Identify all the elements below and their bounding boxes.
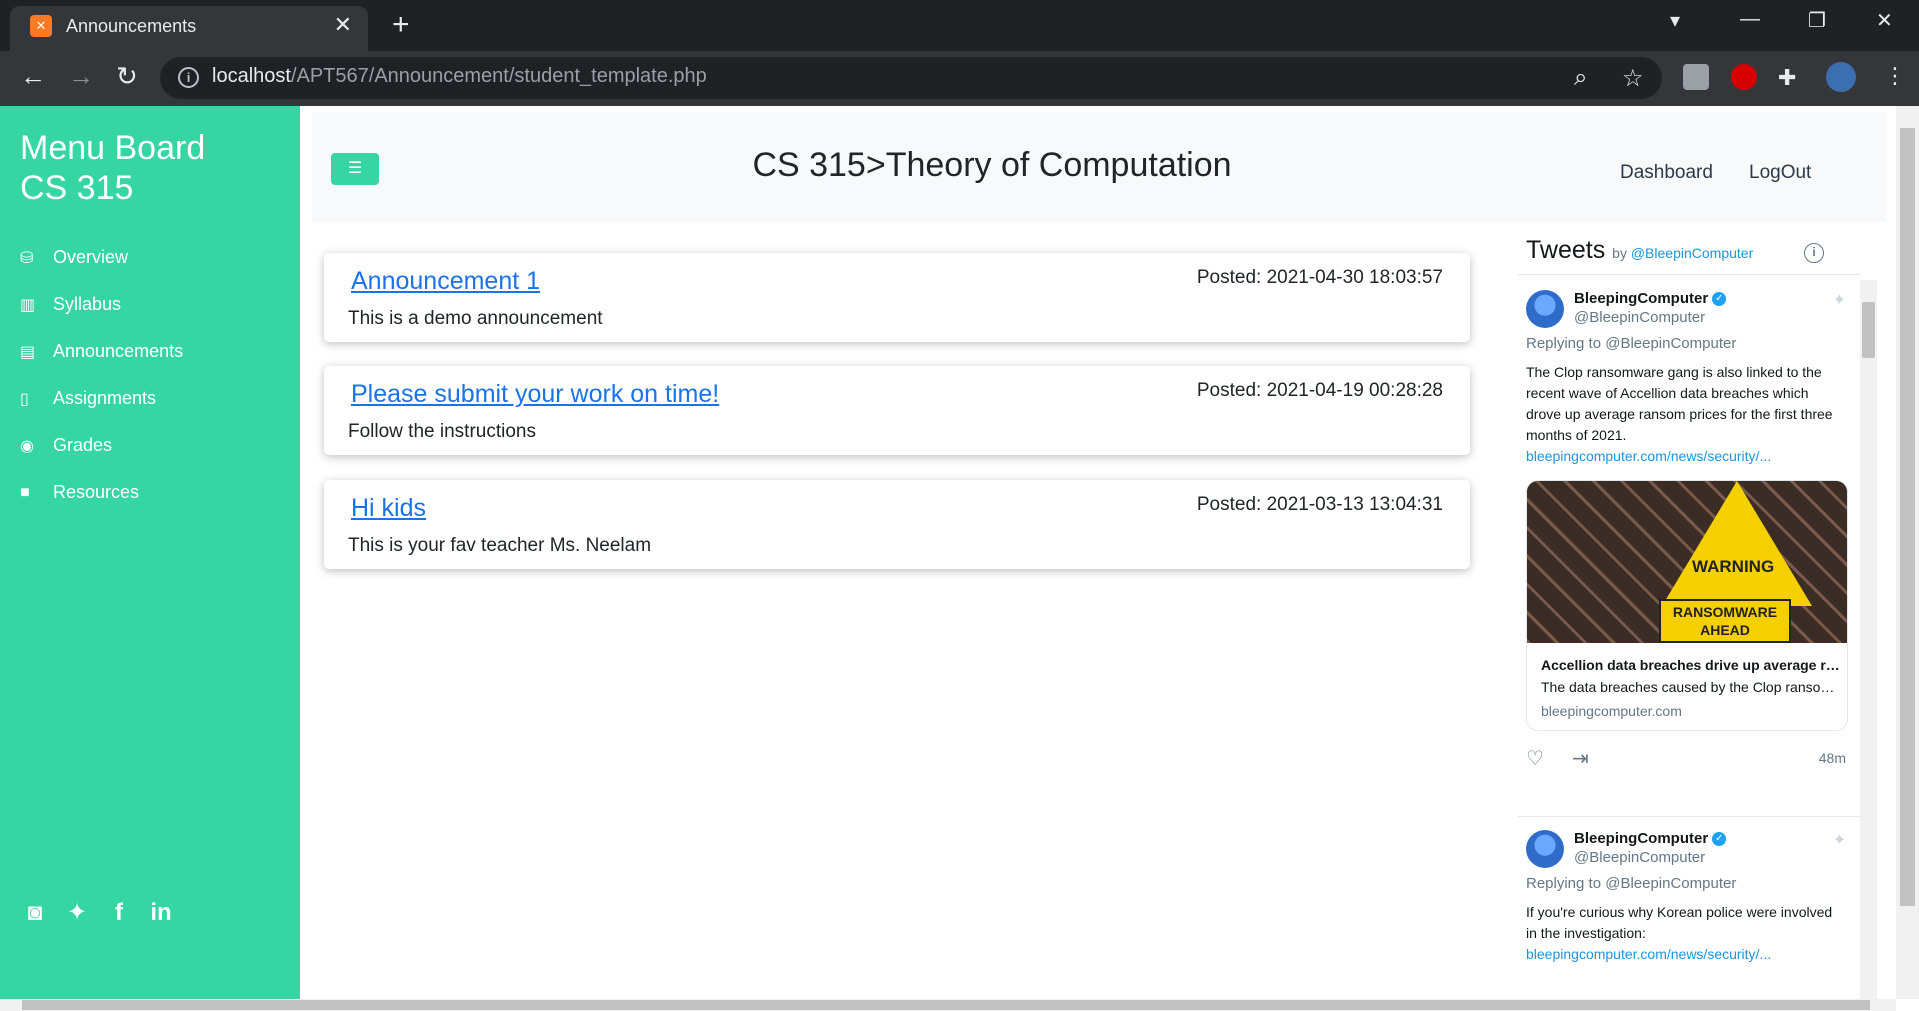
- announcement-posted-date: Posted: 2021-03-13 13:04:31: [1196, 494, 1443, 515]
- close-tab-icon[interactable]: ✕: [334, 14, 352, 36]
- sidebar-brand: Menu Board CS 315: [20, 129, 206, 207]
- tweet-link[interactable]: bleepingcomputer.com/news/security/...: [1526, 946, 1771, 962]
- facebook-icon[interactable]: f: [106, 899, 132, 927]
- twitter-scrollbar[interactable]: [1860, 280, 1877, 1011]
- verified-badge-icon: ✓: [1712, 292, 1727, 307]
- tweet-author-handle[interactable]: @BleepinComputer: [1574, 309, 1705, 326]
- browser-menu-icon[interactable]: ⋮: [1884, 63, 1906, 89]
- scroll-thumb[interactable]: [22, 1000, 1870, 1010]
- page-title: CS 315>Theory of Computation: [752, 146, 1232, 184]
- tweet-link-card[interactable]: WARNING RANSOMWARE AHEAD Accellion data …: [1526, 480, 1848, 731]
- sidebar-item-grades[interactable]: ◉ Grades: [20, 422, 183, 469]
- announcement-card: Announcement 1 Posted: 2021-04-30 18:03:…: [324, 253, 1470, 342]
- announcement-card: Please submit your work on time! Posted:…: [324, 366, 1470, 455]
- tweet-text: If you're curious why Korean police were…: [1526, 904, 1833, 962]
- document-icon: ▯: [20, 390, 29, 408]
- announcement-posted-date: Posted: 2021-04-30 18:03:57: [1196, 267, 1443, 288]
- site-info-icon[interactable]: i: [178, 67, 199, 88]
- announcement-body: This is a demo announcement: [348, 308, 603, 329]
- announcement-posted-date: Posted: 2021-04-19 00:28:28: [1196, 380, 1443, 401]
- announcement-title-link[interactable]: Please submit your work on time!: [351, 380, 719, 409]
- chat-icon: ▤: [20, 343, 36, 361]
- card-description: The data breaches caused by the Clop ran…: [1541, 679, 1841, 695]
- scroll-thumb[interactable]: [1900, 128, 1915, 906]
- info-icon[interactable]: i: [1804, 243, 1824, 263]
- close-window-icon[interactable]: ✕: [1876, 8, 1893, 33]
- scroll-thumb[interactable]: [1862, 302, 1875, 358]
- new-tab-icon[interactable]: +: [392, 10, 410, 40]
- twitter-icon[interactable]: ✦: [64, 898, 90, 927]
- twitter-bird-icon[interactable]: ✦: [1833, 290, 1846, 310]
- avatar[interactable]: [1526, 830, 1564, 868]
- horizontal-scrollbar[interactable]: [0, 999, 1896, 1011]
- tab-title: Announcements: [66, 16, 197, 36]
- tweet-author-handle[interactable]: @BleepinComputer: [1574, 849, 1705, 866]
- main-header: ☰ CS 315>Theory of Computation Dashboard…: [312, 112, 1886, 222]
- address-bar[interactable]: i localhost/APT567/Announcement/student_…: [160, 57, 1662, 99]
- sidebar-item-overview[interactable]: ⛁ Overview: [20, 234, 183, 281]
- profile-avatar[interactable]: [1826, 62, 1856, 92]
- verified-badge-icon: ✓: [1712, 832, 1727, 847]
- announcement-title-link[interactable]: Hi kids: [351, 494, 426, 523]
- medal-icon: ◉: [20, 437, 34, 455]
- tweet-author-name[interactable]: BleepingComputer ✓: [1574, 830, 1727, 847]
- sidebar: Menu Board CS 315 ⛁ Overview ▥ Syllabus ▤ A…: [0, 106, 300, 999]
- sidebar-item-resources[interactable]: ■ Resources: [20, 469, 183, 516]
- restore-icon[interactable]: ❐: [1808, 8, 1826, 33]
- browser-tab-bar: ✕ Announcements ✕ + ▾ — ❐ ✕: [0, 0, 1919, 51]
- dashboard-link[interactable]: Dashboard: [1620, 162, 1713, 184]
- tweet-text: The Clop ransomware gang is also linked …: [1526, 364, 1833, 464]
- announcement-card: Hi kids Posted: 2021-03-13 13:04:31 This…: [324, 480, 1470, 569]
- extensions-puzzle-icon[interactable]: ✚: [1778, 65, 1796, 91]
- browser-toolbar: ← → ↻ i localhost/APT567/Announcement/st…: [0, 51, 1919, 106]
- sidebar-item-announcements[interactable]: ▤ Announcements: [20, 328, 183, 375]
- twitter-profile-link[interactable]: @BleepinComputer: [1631, 245, 1753, 261]
- book-icon: ▥: [20, 296, 36, 314]
- tweet-reply-context: Replying to @BleepinComputer: [1526, 335, 1737, 352]
- announcement-title-link[interactable]: Announcement 1: [351, 267, 540, 296]
- forward-icon[interactable]: →: [68, 63, 94, 89]
- twitter-widget-header: Tweets by @BleepinComputer: [1526, 236, 1754, 264]
- zoom-icon[interactable]: ⌕: [1574, 64, 1587, 92]
- tweet-timestamp[interactable]: 48m: [1819, 750, 1846, 766]
- tweet-author-name[interactable]: BleepingComputer ✓: [1574, 290, 1727, 307]
- reload-icon[interactable]: ↻: [116, 63, 138, 89]
- tweet-link[interactable]: bleepingcomputer.com/news/security/...: [1526, 448, 1771, 464]
- bookmark-star-icon[interactable]: ☆: [1622, 64, 1644, 93]
- tab-search-icon[interactable]: ▾: [1670, 8, 1680, 33]
- card-domain: bleepingcomputer.com: [1541, 703, 1682, 719]
- url-text[interactable]: localhost/APT567/Announcement/student_te…: [212, 65, 707, 88]
- overview-icon: ⛁: [20, 249, 34, 267]
- extension-icon[interactable]: [1683, 64, 1709, 90]
- minimize-icon[interactable]: —: [1740, 8, 1760, 31]
- adblock-extension-icon[interactable]: [1731, 64, 1757, 90]
- page-scrollbar[interactable]: [1896, 106, 1919, 999]
- xampp-icon: ✕: [30, 15, 52, 37]
- announcement-body: Follow the instructions: [348, 421, 536, 442]
- card-title: Accellion data breaches drive up average…: [1541, 657, 1841, 673]
- back-icon[interactable]: ←: [20, 63, 46, 89]
- tweet-reply-context: Replying to @BleepinComputer: [1526, 875, 1737, 892]
- instagram-icon[interactable]: ◙: [22, 899, 48, 927]
- like-heart-icon[interactable]: ♡: [1526, 746, 1544, 771]
- sidebar-nav: ⛁ Overview ▥ Syllabus ▤ Announcements ▯ Assi…: [20, 234, 183, 516]
- sidebar-item-assignments[interactable]: ▯ Assignments: [20, 375, 183, 422]
- card-image: WARNING RANSOMWARE AHEAD: [1527, 481, 1847, 643]
- share-icon[interactable]: ⇥: [1572, 746, 1589, 771]
- resources-icon: ■: [20, 483, 30, 501]
- avatar[interactable]: [1526, 290, 1564, 328]
- linkedin-icon[interactable]: in: [148, 899, 174, 927]
- social-links: ◙ ✦ f in: [22, 898, 174, 927]
- browser-tab[interactable]: ✕ Announcements ✕: [10, 6, 368, 51]
- logout-link[interactable]: LogOut: [1749, 162, 1811, 184]
- tweet-actions: ♡ ⇥ 48m: [1526, 746, 1846, 770]
- sidebar-item-syllabus[interactable]: ▥ Syllabus: [20, 281, 183, 328]
- twitter-bird-icon[interactable]: ✦: [1833, 830, 1846, 850]
- twitter-timeline: Tweets by @BleepinComputer i BleepingCom…: [1518, 226, 1860, 1011]
- announcement-body: This is your fav teacher Ms. Neelam: [348, 535, 652, 556]
